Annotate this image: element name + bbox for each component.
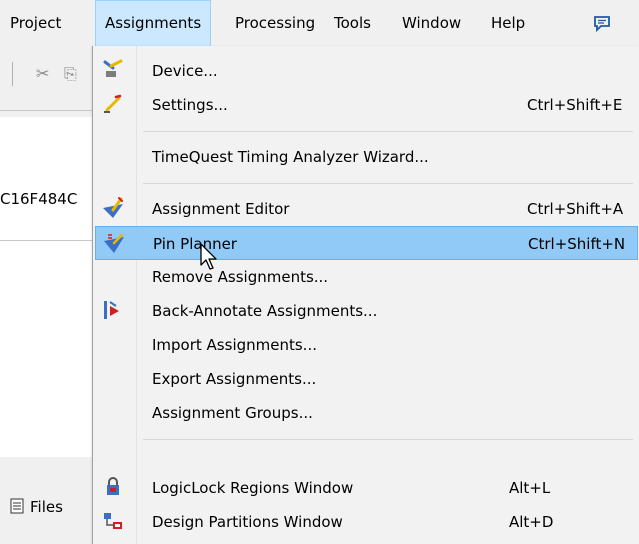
toolbar-divider: [0, 110, 100, 111]
pane-divider: [0, 240, 100, 241]
project-navigator-pane: [0, 117, 100, 457]
menu-item-label: Back-Annotate Assignments...: [152, 302, 378, 320]
device-icon: [101, 58, 125, 82]
chat-bubble-icon[interactable]: [582, 0, 622, 46]
menu-item-label: Assignment Groups...: [152, 404, 313, 422]
menu-item-shortcut: Ctrl+Shift+A: [527, 200, 624, 218]
menu-item-timequest-wizard[interactable]: TimeQuest Timing Analyzer Wizard...: [95, 140, 638, 174]
menu-item-shortcut: Alt+D: [509, 513, 554, 531]
menu-item-label: Settings...: [152, 96, 228, 114]
device-name-text: C16F484C: [0, 190, 78, 208]
menu-help[interactable]: Help: [481, 0, 535, 46]
assignment-editor-icon: [101, 196, 125, 220]
back-annotate-icon: [101, 298, 125, 322]
menu-item-label: Import Assignments...: [152, 336, 317, 354]
toolbar-area: [0, 47, 100, 107]
menu-item-label: Export Assignments...: [152, 370, 317, 388]
logiclock-icon: [101, 475, 125, 499]
assignments-dropdown-menu: Device... Settings... Ctrl+Shift+E TimeQ…: [92, 46, 639, 544]
copy-icon[interactable]: ⎘: [64, 64, 77, 84]
cut-icon[interactable]: ✂: [36, 64, 49, 83]
menu-item-label: Design Partitions Window: [152, 513, 343, 531]
menu-item-assignment-editor[interactable]: Assignment Editor Ctrl+Shift+A: [95, 192, 638, 226]
menu-item-import-assignments[interactable]: Import Assignments...: [95, 328, 638, 362]
menu-processing[interactable]: Processing: [225, 0, 325, 46]
menu-item-shortcut: Alt+L: [509, 479, 551, 497]
menu-item-pin-planner[interactable]: Pin Planner Ctrl+Shift+N: [95, 226, 638, 260]
menu-project[interactable]: Project: [0, 0, 71, 46]
design-partitions-icon: [101, 509, 125, 533]
menu-item-shortcut: Ctrl+Shift+E: [527, 96, 623, 114]
menu-item-label: Pin Planner: [153, 235, 237, 253]
file-icon: [10, 498, 24, 514]
files-tab-label: Files: [30, 498, 63, 516]
menu-item-label: Assignment Editor: [152, 200, 290, 218]
menu-separator: [143, 131, 633, 132]
menu-item-remove-assignments[interactable]: Remove Assignments...: [95, 260, 638, 294]
menu-item-logiclock-regions[interactable]: LogicLock Regions Window Alt+L: [95, 471, 638, 505]
menu-tools[interactable]: Tools: [324, 0, 381, 46]
menu-item-shortcut: Ctrl+Shift+N: [528, 235, 626, 253]
menu-assignments[interactable]: Assignments: [95, 0, 212, 46]
menu-item-back-annotate[interactable]: Back-Annotate Assignments...: [95, 294, 638, 328]
menu-item-label: Device...: [152, 62, 218, 80]
menu-bar: Project Assignments Processing Tools Win…: [0, 0, 639, 47]
menu-separator: [143, 439, 633, 440]
menu-item-design-partitions[interactable]: Design Partitions Window Alt+D: [95, 505, 638, 539]
menu-item-export-assignments[interactable]: Export Assignments...: [95, 362, 638, 396]
menu-window[interactable]: Window: [392, 0, 471, 46]
menu-item-label: Remove Assignments...: [152, 268, 329, 286]
settings-icon: [101, 92, 125, 116]
menu-item-label: LogicLock Regions Window: [152, 479, 354, 497]
menu-separator: [143, 183, 633, 184]
toolbar-separator: [12, 62, 13, 86]
menu-item-label: TimeQuest Timing Analyzer Wizard...: [152, 148, 429, 166]
menu-item-device[interactable]: Device...: [95, 54, 638, 88]
menu-item-settings[interactable]: Settings... Ctrl+Shift+E: [95, 88, 638, 122]
menu-item-assignment-groups[interactable]: Assignment Groups...: [95, 396, 638, 430]
files-tab[interactable]: Files: [10, 498, 63, 516]
pin-planner-icon: [102, 231, 126, 255]
mouse-cursor-icon: [200, 243, 220, 271]
